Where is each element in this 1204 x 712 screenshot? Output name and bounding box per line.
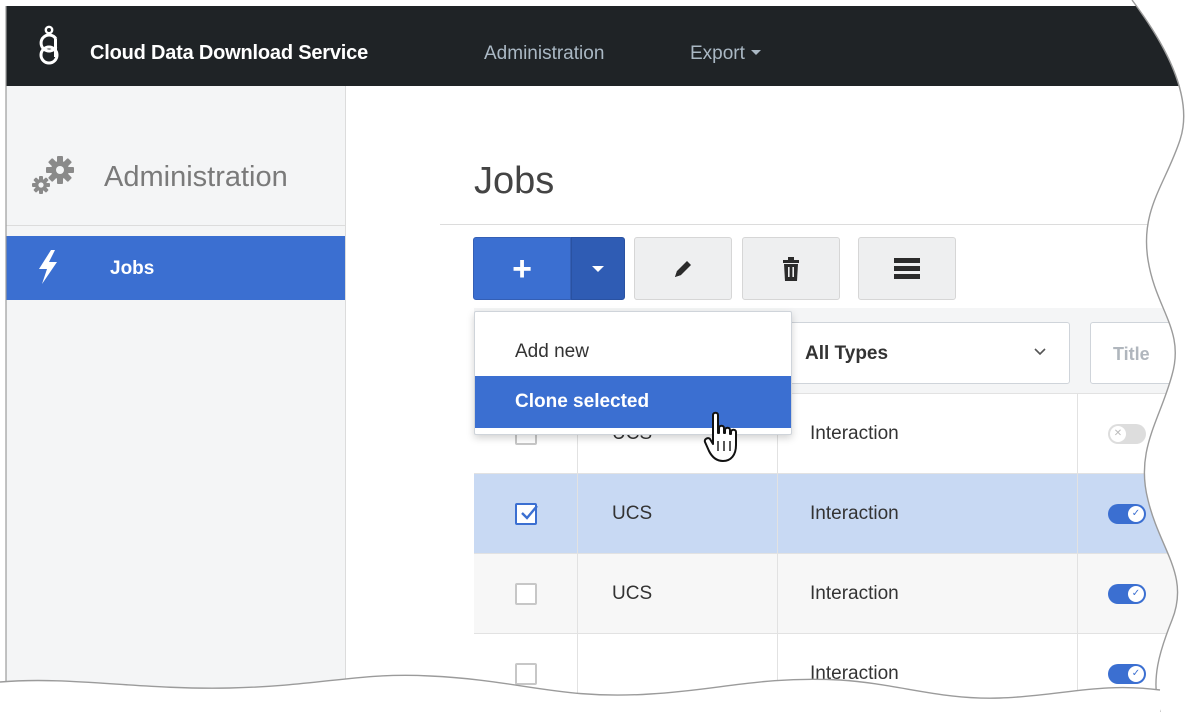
title-filter-input[interactable]: Title xyxy=(1090,322,1204,384)
add-dropdown-menu: Add new Clone selected xyxy=(474,311,792,435)
title-cell: ✓ xyxy=(1078,634,1204,712)
title-divider xyxy=(440,224,1204,225)
row-checkbox[interactable] xyxy=(514,502,538,525)
pencil-icon xyxy=(675,260,691,277)
add-options-button[interactable] xyxy=(571,237,625,300)
gears-icon xyxy=(32,156,74,194)
enabled-toggle[interactable]: ✓ xyxy=(1108,583,1146,604)
genesys-logo-icon xyxy=(39,25,59,65)
sidebar-item-label: Jobs xyxy=(110,258,155,279)
nav-administration-label: Administration xyxy=(484,43,605,64)
edit-button[interactable] xyxy=(634,237,732,300)
check-icon: ✓ xyxy=(1128,585,1144,602)
app-title[interactable]: Cloud Data Download Service xyxy=(90,42,368,65)
row-checkbox-cell xyxy=(474,554,578,633)
nav-export[interactable]: Export xyxy=(690,43,761,65)
check-icon xyxy=(520,504,538,520)
sidebar-header: Administration xyxy=(6,86,345,226)
enabled-toggle[interactable]: ✕ xyxy=(1108,423,1146,444)
trash-icon xyxy=(783,256,799,281)
title-cell: ✓ xyxy=(1078,554,1204,633)
type-cell: Interaction xyxy=(778,394,1078,473)
title-cell: ✕ tit xyxy=(1078,394,1204,473)
row-checkbox-cell xyxy=(474,474,578,553)
top-navbar: Cloud Data Download Service Administrati… xyxy=(6,6,1204,86)
row-checkbox[interactable] xyxy=(514,582,537,605)
caret-down-icon xyxy=(592,265,604,272)
add-button[interactable]: + xyxy=(473,237,571,300)
sidebar-section-title: Administration xyxy=(104,161,288,193)
type-cell: Interaction xyxy=(778,634,1078,712)
nav-administration[interactable]: Administration xyxy=(484,43,604,65)
check-icon: ✓ xyxy=(1128,505,1144,522)
hand-cursor-icon xyxy=(703,411,737,462)
enabled-toggle[interactable]: ✓ xyxy=(1108,503,1146,524)
menu-item-add-new[interactable]: Add new xyxy=(475,326,791,378)
title-text: tit xyxy=(1176,422,1191,444)
type-filter-value: All Types xyxy=(805,343,889,364)
page-title: Jobs xyxy=(474,160,555,202)
source-cell: UCS xyxy=(578,554,778,633)
type-filter-select[interactable]: All Types xyxy=(788,322,1070,384)
table-row[interactable]: Interaction ✓ xyxy=(474,634,1204,712)
source-cell: UCS xyxy=(578,474,778,553)
caret-down-icon xyxy=(750,50,761,55)
type-cell: Interaction xyxy=(778,474,1078,553)
columns-button[interactable] xyxy=(858,237,956,300)
screenshot: Cloud Data Download Service Administrati… xyxy=(0,0,1204,712)
columns-icon xyxy=(894,257,920,279)
title-filter-placeholder: Title xyxy=(1113,344,1150,364)
plus-icon: + xyxy=(512,249,532,288)
nav-export-label: Export xyxy=(690,43,745,64)
chevron-down-icon xyxy=(1034,348,1046,356)
table-row[interactable]: UCS Interaction ✓ xyxy=(474,474,1204,554)
enabled-toggle[interactable]: ✓ xyxy=(1108,663,1146,684)
menu-item-clone-selected[interactable]: Clone selected xyxy=(475,376,791,428)
delete-button[interactable] xyxy=(742,237,840,300)
sidebar: Administration Jobs xyxy=(6,86,346,712)
lightning-bolt-icon xyxy=(39,250,57,284)
row-checkbox[interactable] xyxy=(514,662,537,685)
row-checkbox-cell xyxy=(474,634,578,712)
type-cell: Interaction xyxy=(778,554,1078,633)
title-cell: ✓ xyxy=(1078,474,1204,553)
sidebar-item-jobs[interactable]: Jobs xyxy=(6,236,345,300)
x-icon: ✕ xyxy=(1110,425,1126,442)
table-row[interactable]: UCS Interaction ✓ xyxy=(474,554,1204,634)
source-cell xyxy=(578,634,778,712)
check-icon: ✓ xyxy=(1128,665,1144,682)
